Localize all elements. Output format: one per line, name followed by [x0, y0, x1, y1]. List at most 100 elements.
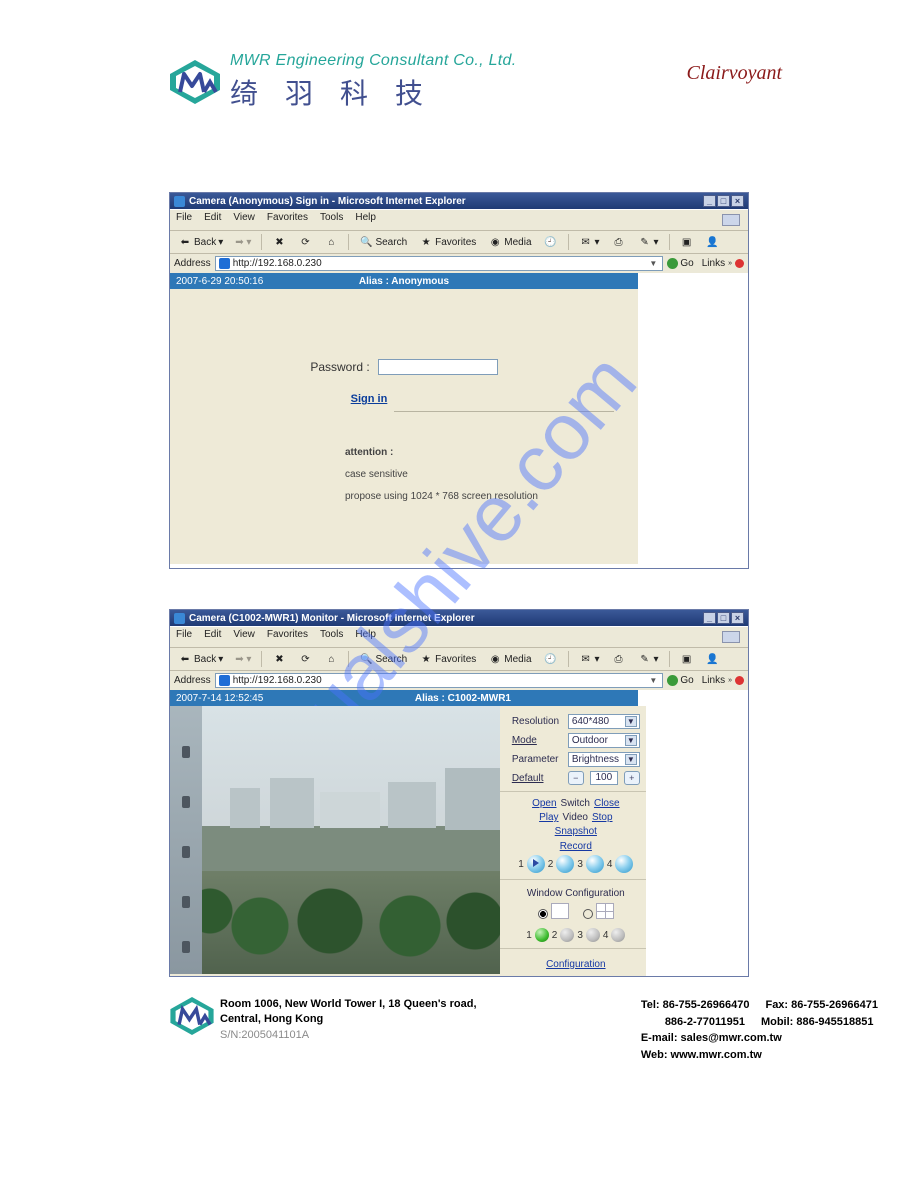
menu-file[interactable]: File	[176, 629, 192, 645]
channel-2-button[interactable]	[560, 928, 574, 942]
menu-tools[interactable]: Tools	[320, 212, 343, 228]
channel-1-button[interactable]	[535, 928, 549, 942]
menu-help[interactable]: Help	[355, 629, 376, 645]
channel-3-button[interactable]	[586, 928, 600, 942]
print-button[interactable]: ⎙	[608, 233, 630, 251]
record-2-button[interactable]	[556, 855, 574, 873]
record-label: Record	[512, 841, 640, 852]
title-bar: Camera (Anonymous) Sign in - Microsoft I…	[170, 193, 748, 209]
mode-select[interactable]: Outdoor▼	[568, 733, 640, 748]
menu-favorites[interactable]: Favorites	[267, 212, 308, 228]
layout-single-radio[interactable]	[538, 909, 548, 919]
password-input[interactable]	[378, 359, 498, 375]
menu-view[interactable]: View	[233, 629, 255, 645]
mail-button[interactable]: ✉▾	[575, 650, 604, 668]
value-box[interactable]: 100	[590, 771, 618, 785]
minimize-button[interactable]: _	[703, 612, 716, 624]
address-input[interactable]: http://192.168.0.230 ▼	[215, 673, 664, 688]
stop-link[interactable]: Stop	[592, 812, 613, 823]
close-button[interactable]: ×	[731, 195, 744, 207]
maximize-button[interactable]: □	[717, 195, 730, 207]
tel2: 886-2-77011951	[665, 1014, 745, 1031]
home-button[interactable]: ⌂	[320, 650, 342, 668]
menu-tools[interactable]: Tools	[320, 629, 343, 645]
record-1-button[interactable]	[527, 855, 545, 873]
layout-quad-radio[interactable]	[583, 909, 593, 919]
media-button[interactable]: ◉Media	[484, 650, 535, 668]
stop-button[interactable]: ✖	[268, 650, 290, 668]
decrease-button[interactable]: −	[568, 771, 584, 785]
menu-view[interactable]: View	[233, 212, 255, 228]
close-link[interactable]: Close	[594, 798, 620, 809]
go-button[interactable]: Go	[667, 675, 693, 686]
links-bar[interactable]: Links »	[702, 675, 744, 686]
open-link[interactable]: Open	[532, 798, 556, 809]
refresh-button[interactable]: ⟳	[294, 233, 316, 251]
channel-4-button[interactable]	[611, 928, 625, 942]
play-link[interactable]: Play	[539, 812, 558, 823]
record-4-button[interactable]	[615, 855, 633, 873]
stop-button[interactable]: ✖	[268, 233, 290, 251]
web: Web: www.mwr.com.tw	[641, 1047, 878, 1064]
history-button[interactable]: 🕘	[540, 233, 562, 251]
menu-file[interactable]: File	[176, 212, 192, 228]
menu-bar: File Edit View Favorites Tools Help	[170, 626, 748, 648]
toolbar: ⬅Back ▾ ➡ ▾ ✖ ⟳ ⌂ 🔍Search ★Favorites ◉Me…	[170, 648, 748, 671]
signin-link[interactable]: Sign in	[351, 393, 388, 405]
search-button[interactable]: 🔍Search	[355, 233, 411, 251]
address-input[interactable]: http://192.168.0.230 ▼	[215, 256, 664, 271]
minimize-button[interactable]: _	[703, 195, 716, 207]
serial-number: S/N:2005041101A	[220, 1028, 477, 1043]
forward-button[interactable]: ➡ ▾	[231, 235, 255, 250]
media-button[interactable]: ◉Media	[484, 233, 535, 251]
discuss-button[interactable]: ▣	[676, 233, 698, 251]
parameter-select[interactable]: Brightness▼	[568, 752, 640, 767]
history-button[interactable]: 🕘	[540, 650, 562, 668]
favorites-button[interactable]: ★Favorites	[415, 233, 480, 251]
document-header: MWR Engineering Consultant Co., Ltd. 绮 羽…	[0, 0, 918, 112]
address-bar: Address http://192.168.0.230 ▼ Go Links …	[170, 254, 748, 273]
mail-button[interactable]: ✉▾	[575, 233, 604, 251]
print-button[interactable]: ⎙	[608, 650, 630, 668]
favorites-button[interactable]: ★Favorites	[415, 650, 480, 668]
discuss-button[interactable]: ▣	[676, 650, 698, 668]
attention-heading: attention :	[345, 442, 638, 464]
address-dropdown-icon[interactable]: ▼	[647, 676, 659, 685]
configuration-link[interactable]: Configuration	[546, 959, 605, 970]
mail-icon: ✉	[579, 235, 593, 249]
back-button[interactable]: ⬅Back ▾	[174, 233, 227, 251]
footer-contact: Tel: 86-755-26966470 Fax: 86-755-2696647…	[641, 997, 878, 1063]
search-icon: 🔍	[359, 235, 373, 249]
messenger-button[interactable]: 👤	[702, 650, 724, 668]
messenger-button[interactable]: 👤	[702, 233, 724, 251]
links-bar[interactable]: Links »	[702, 258, 744, 269]
camera-header-bar: 2007-6-29 20:50:16 Alias : Anonymous	[170, 273, 638, 289]
menu-edit[interactable]: Edit	[204, 212, 221, 228]
menu-help[interactable]: Help	[355, 212, 376, 228]
resolution-select[interactable]: 640*480▼	[568, 714, 640, 729]
back-button[interactable]: ⬅Back ▾	[174, 650, 227, 668]
close-button[interactable]: ×	[731, 612, 744, 624]
increase-button[interactable]: +	[624, 771, 640, 785]
menu-favorites[interactable]: Favorites	[267, 629, 308, 645]
refresh-button[interactable]: ⟳	[294, 650, 316, 668]
record-3-button[interactable]	[586, 855, 604, 873]
forward-button[interactable]: ➡ ▾	[231, 652, 255, 667]
page-icon	[219, 675, 230, 686]
history-icon: 🕘	[544, 235, 558, 249]
maximize-button[interactable]: □	[717, 612, 730, 624]
ie-window-monitor: Camera (C1002-MWR1) Monitor - Microsoft …	[169, 609, 749, 977]
home-button[interactable]: ⌂	[320, 233, 342, 251]
password-row: Password :	[310, 359, 497, 375]
address-url: http://192.168.0.230	[233, 675, 645, 686]
window-title: Camera (C1002-MWR1) Monitor - Microsoft …	[189, 613, 703, 624]
default-label[interactable]: Default	[512, 773, 562, 784]
address-dropdown-icon[interactable]: ▼	[647, 259, 659, 268]
edit-button[interactable]: ✎▾	[634, 650, 663, 668]
snapshot-link[interactable]: Snapshot	[555, 826, 597, 837]
address-line-1: Room 1006, New World Tower I, 18 Queen's…	[220, 997, 477, 1012]
menu-edit[interactable]: Edit	[204, 629, 221, 645]
go-button[interactable]: Go	[667, 258, 693, 269]
search-button[interactable]: 🔍Search	[355, 650, 411, 668]
edit-button[interactable]: ✎▾	[634, 233, 663, 251]
